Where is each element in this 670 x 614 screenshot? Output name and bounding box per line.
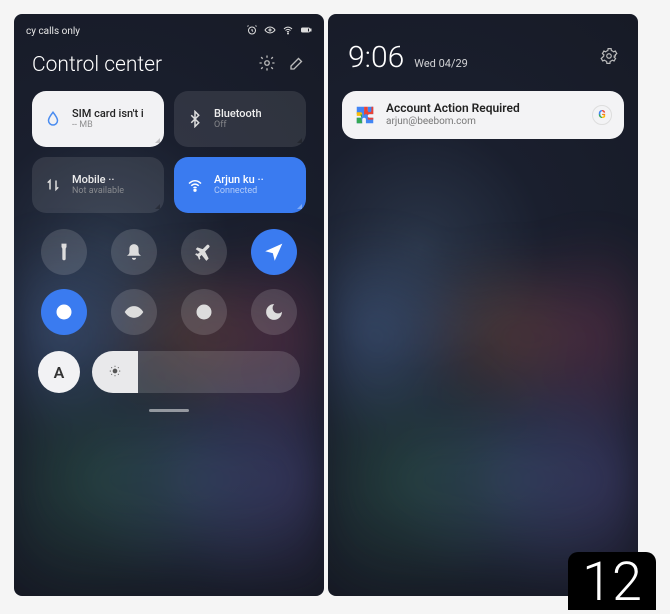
brightness-icon [108, 363, 122, 382]
google-icon: G [592, 105, 612, 125]
status-bar: cy calls only [14, 14, 324, 45]
tile-bluetooth[interactable]: Bluetooth Off [174, 91, 306, 147]
tile-sim-title: SIM card isn't i [72, 107, 144, 120]
tile-mobile-sub: Not available [72, 186, 124, 197]
clock-date: Wed 04/29 [414, 57, 468, 70]
tile-wifi-sub: Connected [214, 186, 264, 197]
wifi-tile-icon [184, 176, 206, 194]
clock-time: 9:06 [348, 40, 404, 75]
toggle-rotation-lock[interactable] [41, 289, 87, 335]
brightness-slider[interactable] [92, 351, 300, 393]
toggle-dnd[interactable] [251, 289, 297, 335]
toggle-flashlight[interactable] [41, 229, 87, 275]
bluetooth-icon [184, 110, 206, 128]
edit-icon[interactable] [288, 54, 306, 76]
tile-sim[interactable]: SIM card isn't i -- MB [32, 91, 164, 147]
puzzle-icon [354, 104, 376, 126]
auto-brightness-label: A [54, 363, 65, 382]
droplet-icon [42, 110, 64, 128]
eye-icon [264, 24, 276, 39]
notification-card[interactable]: Account Action Required arjun@beebom.com… [342, 91, 624, 139]
toggle-location[interactable] [251, 229, 297, 275]
battery-icon [300, 24, 312, 39]
toggle-dark-mode[interactable] [181, 289, 227, 335]
tile-wifi[interactable]: Arjun ku ·· Connected [174, 157, 306, 213]
wifi-icon [282, 24, 294, 39]
toggle-grid [14, 223, 324, 345]
lockscreen-settings-icon[interactable] [600, 47, 618, 69]
tile-bluetooth-title: Bluetooth [214, 107, 262, 120]
settings-icon[interactable] [258, 54, 276, 76]
toggle-reading-mode[interactable] [111, 289, 157, 335]
status-carrier: cy calls only [26, 26, 80, 37]
toggle-airplane[interactable] [181, 229, 227, 275]
mobile-data-icon [42, 176, 64, 194]
tile-wifi-title: Arjun ku ·· [214, 173, 264, 186]
tile-bluetooth-sub: Off [214, 120, 262, 131]
alarm-icon [246, 24, 258, 39]
tile-mobile-data[interactable]: Mobile ·· Not available [32, 157, 164, 213]
phone-right: 9:06 Wed 04/29 Account Action Required a… [328, 14, 638, 596]
tile-sim-sub: -- MB [72, 120, 144, 131]
control-center-header: Control center [14, 45, 324, 91]
lockscreen-header: 9:06 Wed 04/29 [328, 14, 638, 85]
phone-left: cy calls only Control center SIM card is… [14, 14, 324, 596]
toggle-sound[interactable] [111, 229, 157, 275]
tile-mobile-title: Mobile ·· [72, 173, 124, 186]
control-center-title: Control center [32, 53, 162, 77]
miui-version-badge: 12 [568, 552, 656, 610]
notification-title: Account Action Required [386, 101, 582, 116]
panel-handle[interactable] [149, 409, 189, 412]
notification-subtitle: arjun@beebom.com [386, 116, 582, 129]
status-icons [246, 24, 312, 39]
toggle-auto-brightness[interactable]: A [38, 351, 80, 393]
